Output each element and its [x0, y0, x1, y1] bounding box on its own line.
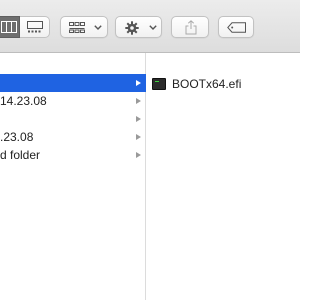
- gallery-view-icon: [27, 21, 43, 33]
- chevron-down-icon: [94, 25, 102, 30]
- column-view-icon: [1, 21, 17, 33]
- parent-column: 14.23.08 .23.08 d folder: [0, 53, 146, 300]
- chevron-down-icon: [149, 25, 157, 30]
- list-item[interactable]: [0, 110, 146, 128]
- file-name: BOOTx64.efi: [172, 77, 242, 91]
- chevron-right-icon: [136, 116, 141, 122]
- share-icon: [185, 20, 197, 35]
- group-grid-icon: [69, 22, 85, 33]
- chevron-right-icon: [136, 152, 141, 158]
- tag-button[interactable]: [218, 16, 254, 38]
- contents-column: BOOTx64.efi: [146, 53, 300, 300]
- column-view-button[interactable]: [0, 16, 20, 38]
- gear-icon: [125, 21, 139, 35]
- tag-icon: [227, 22, 246, 33]
- list-item[interactable]: 14.23.08: [0, 92, 146, 110]
- executable-file-icon: [152, 78, 166, 90]
- chevron-right-icon: [136, 134, 141, 140]
- list-item[interactable]: [0, 74, 146, 92]
- gallery-view-button[interactable]: [20, 16, 50, 38]
- action-button[interactable]: [115, 16, 162, 38]
- list-item[interactable]: .23.08: [0, 128, 146, 146]
- share-button[interactable]: [171, 16, 209, 38]
- chevron-right-icon: [136, 98, 141, 104]
- finder-toolbar: [0, 0, 300, 53]
- chevron-right-icon: [136, 80, 141, 86]
- list-item-label: 14.23.08: [0, 94, 47, 108]
- list-item-label: .23.08: [0, 130, 34, 144]
- column-browser: 14.23.08 .23.08 d folder BOOTx64.efi: [0, 53, 300, 300]
- group-button[interactable]: [60, 16, 108, 38]
- list-item-label: d folder: [0, 148, 41, 162]
- list-item[interactable]: d folder: [0, 146, 146, 164]
